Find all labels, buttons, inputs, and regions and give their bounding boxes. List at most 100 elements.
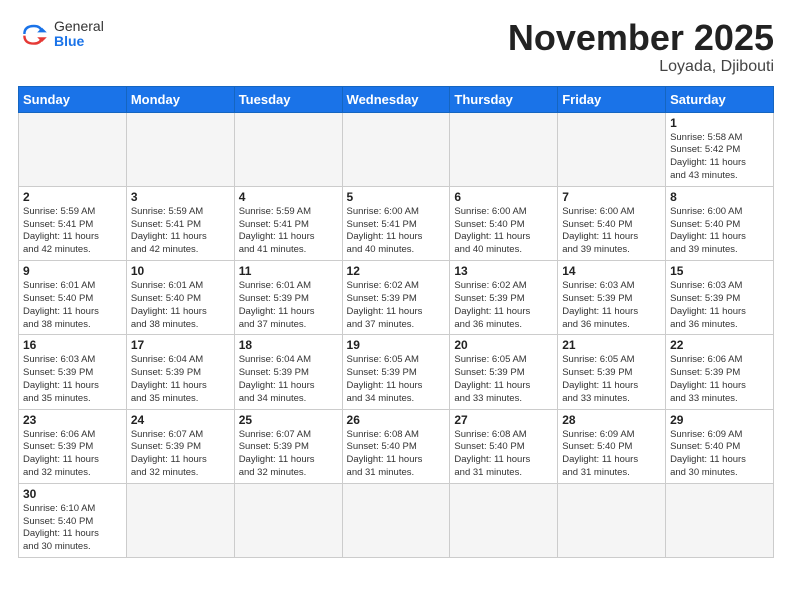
day-cell-3-3: 11Sunrise: 6:01 AM Sunset: 5:39 PM Dayli… [234, 261, 342, 335]
day-number: 10 [131, 264, 230, 278]
day-number: 1 [670, 116, 769, 130]
day-number: 14 [562, 264, 661, 278]
day-info: Sunrise: 6:08 AM Sunset: 5:40 PM Dayligh… [454, 429, 553, 480]
day-number: 4 [239, 190, 338, 204]
day-info: Sunrise: 6:03 AM Sunset: 5:39 PM Dayligh… [562, 280, 661, 331]
day-info: Sunrise: 6:10 AM Sunset: 5:40 PM Dayligh… [23, 503, 122, 554]
day-cell-5-6: 28 Sunrise: 6:09 AM Sunset: 5:40 PM Dayli… [558, 409, 666, 483]
day-cell-4-3: 18 Sunrise: 6:04 AM Sunset: 5:39 PM Dayli… [234, 335, 342, 409]
day-info: Sunrise: 6:06 AM Sunset: 5:39 PM Dayligh… [670, 354, 769, 405]
day-cell-6-5 [450, 483, 558, 557]
day-info: Sunrise: 6:00 AM Sunset: 5:40 PM Dayligh… [670, 206, 769, 257]
week-row-1: 1Sunrise: 5:58 AM Sunset: 5:42 PM Daylig… [19, 112, 774, 186]
day-info: Sunrise: 6:01 AM Sunset: 5:40 PM Dayligh… [131, 280, 230, 331]
day-cell-2-6: 7 Sunrise: 6:00 AM Sunset: 5:40 PM Daylig… [558, 186, 666, 260]
day-info: Sunrise: 6:02 AM Sunset: 5:39 PM Dayligh… [347, 280, 446, 331]
day-cell-2-2: 3Sunrise: 5:59 AM Sunset: 5:41 PM Daylig… [126, 186, 234, 260]
day-info: Sunrise: 6:02 AM Sunset: 5:39 PM Dayligh… [454, 280, 553, 331]
day-number: 12 [347, 264, 446, 278]
day-cell-4-2: 17 Sunrise: 6:04 AM Sunset: 5:39 PM Dayli… [126, 335, 234, 409]
day-cell-6-1: 30 Sunrise: 6:10 AM Sunset: 5:40 PM Dayli… [19, 483, 127, 557]
day-cell-3-4: 12 Sunrise: 6:02 AM Sunset: 5:39 PM Dayli… [342, 261, 450, 335]
day-cell-2-7: 8 Sunrise: 6:00 AM Sunset: 5:40 PM Daylig… [666, 186, 774, 260]
day-cell-1-2 [126, 112, 234, 186]
day-number: 9 [23, 264, 122, 278]
header-thursday: Thursday [450, 86, 558, 112]
day-cell-5-5: 27Sunrise: 6:08 AM Sunset: 5:40 PM Dayli… [450, 409, 558, 483]
day-number: 7 [562, 190, 661, 204]
day-cell-3-2: 10 Sunrise: 6:01 AM Sunset: 5:40 PM Dayli… [126, 261, 234, 335]
day-cell-2-4: 5 Sunrise: 6:00 AM Sunset: 5:41 PM Daylig… [342, 186, 450, 260]
header-friday: Friday [558, 86, 666, 112]
day-number: 6 [454, 190, 553, 204]
calendar-location: Loyada, Djibouti [508, 58, 774, 76]
day-info: Sunrise: 6:09 AM Sunset: 5:40 PM Dayligh… [670, 429, 769, 480]
header-monday: Monday [126, 86, 234, 112]
header-sunday: Sunday [19, 86, 127, 112]
day-info: Sunrise: 6:00 AM Sunset: 5:40 PM Dayligh… [454, 206, 553, 257]
day-number: 13 [454, 264, 553, 278]
day-info: Sunrise: 6:00 AM Sunset: 5:41 PM Dayligh… [347, 206, 446, 257]
logo: General Blue [18, 18, 104, 50]
day-cell-2-3: 4 Sunrise: 5:59 AM Sunset: 5:41 PM Daylig… [234, 186, 342, 260]
day-info: Sunrise: 6:04 AM Sunset: 5:39 PM Dayligh… [239, 354, 338, 405]
day-number: 28 [562, 413, 661, 427]
day-number: 15 [670, 264, 769, 278]
day-cell-3-1: 9 Sunrise: 6:01 AM Sunset: 5:40 PM Daylig… [19, 261, 127, 335]
day-info: Sunrise: 6:06 AM Sunset: 5:39 PM Dayligh… [23, 429, 122, 480]
page: General Blue November 2025 Loyada, Djibo… [0, 0, 792, 612]
day-number: 29 [670, 413, 769, 427]
weekday-header-row: Sunday Monday Tuesday Wednesday Thursday… [19, 86, 774, 112]
day-number: 21 [562, 338, 661, 352]
day-cell-6-7 [666, 483, 774, 557]
day-cell-3-5: 13 Sunrise: 6:02 AM Sunset: 5:39 PM Dayli… [450, 261, 558, 335]
day-info: Sunrise: 6:09 AM Sunset: 5:40 PM Dayligh… [562, 429, 661, 480]
day-number: 22 [670, 338, 769, 352]
day-number: 19 [347, 338, 446, 352]
logo-text: General Blue [54, 19, 104, 50]
day-cell-5-2: 24 Sunrise: 6:07 AM Sunset: 5:39 PM Dayli… [126, 409, 234, 483]
week-row-3: 9 Sunrise: 6:01 AM Sunset: 5:40 PM Daylig… [19, 261, 774, 335]
header-tuesday: Tuesday [234, 86, 342, 112]
day-cell-5-7: 29 Sunrise: 6:09 AM Sunset: 5:40 PM Dayli… [666, 409, 774, 483]
day-info: Sunrise: 5:59 AM Sunset: 5:41 PM Dayligh… [131, 206, 230, 257]
week-row-5: 23 Sunrise: 6:06 AM Sunset: 5:39 PM Dayli… [19, 409, 774, 483]
day-info: Sunrise: 5:59 AM Sunset: 5:41 PM Dayligh… [239, 206, 338, 257]
week-row-6: 30 Sunrise: 6:10 AM Sunset: 5:40 PM Dayli… [19, 483, 774, 557]
day-info: Sunrise: 6:05 AM Sunset: 5:39 PM Dayligh… [562, 354, 661, 405]
day-info: Sunrise: 6:07 AM Sunset: 5:39 PM Dayligh… [131, 429, 230, 480]
day-cell-5-3: 25Sunrise: 6:07 AM Sunset: 5:39 PM Dayli… [234, 409, 342, 483]
day-number: 17 [131, 338, 230, 352]
day-number: 5 [347, 190, 446, 204]
header-saturday: Saturday [666, 86, 774, 112]
day-cell-6-3 [234, 483, 342, 557]
day-cell-4-1: 16 Sunrise: 6:03 AM Sunset: 5:39 PM Dayli… [19, 335, 127, 409]
day-number: 30 [23, 487, 122, 501]
day-cell-5-1: 23 Sunrise: 6:06 AM Sunset: 5:39 PM Dayli… [19, 409, 127, 483]
day-info: Sunrise: 6:03 AM Sunset: 5:39 PM Dayligh… [23, 354, 122, 405]
title-block: November 2025 Loyada, Djibouti [508, 18, 774, 76]
week-row-4: 16 Sunrise: 6:03 AM Sunset: 5:39 PM Dayli… [19, 335, 774, 409]
day-info: Sunrise: 6:01 AM Sunset: 5:39 PM Dayligh… [239, 280, 338, 331]
day-number: 18 [239, 338, 338, 352]
header-wednesday: Wednesday [342, 86, 450, 112]
day-info: Sunrise: 6:03 AM Sunset: 5:39 PM Dayligh… [670, 280, 769, 331]
calendar-table: Sunday Monday Tuesday Wednesday Thursday… [18, 86, 774, 559]
day-cell-2-5: 6 Sunrise: 6:00 AM Sunset: 5:40 PM Daylig… [450, 186, 558, 260]
day-info: Sunrise: 6:05 AM Sunset: 5:39 PM Dayligh… [454, 354, 553, 405]
day-number: 24 [131, 413, 230, 427]
day-cell-5-4: 26Sunrise: 6:08 AM Sunset: 5:40 PM Dayli… [342, 409, 450, 483]
day-number: 16 [23, 338, 122, 352]
day-info: Sunrise: 6:01 AM Sunset: 5:40 PM Dayligh… [23, 280, 122, 331]
day-cell-1-5 [450, 112, 558, 186]
day-number: 23 [23, 413, 122, 427]
day-cell-1-4 [342, 112, 450, 186]
day-cell-1-6 [558, 112, 666, 186]
day-info: Sunrise: 6:00 AM Sunset: 5:40 PM Dayligh… [562, 206, 661, 257]
day-cell-6-4 [342, 483, 450, 557]
day-number: 8 [670, 190, 769, 204]
day-info: Sunrise: 6:04 AM Sunset: 5:39 PM Dayligh… [131, 354, 230, 405]
day-number: 25 [239, 413, 338, 427]
day-cell-6-6 [558, 483, 666, 557]
day-cell-4-7: 22 Sunrise: 6:06 AM Sunset: 5:39 PM Dayli… [666, 335, 774, 409]
